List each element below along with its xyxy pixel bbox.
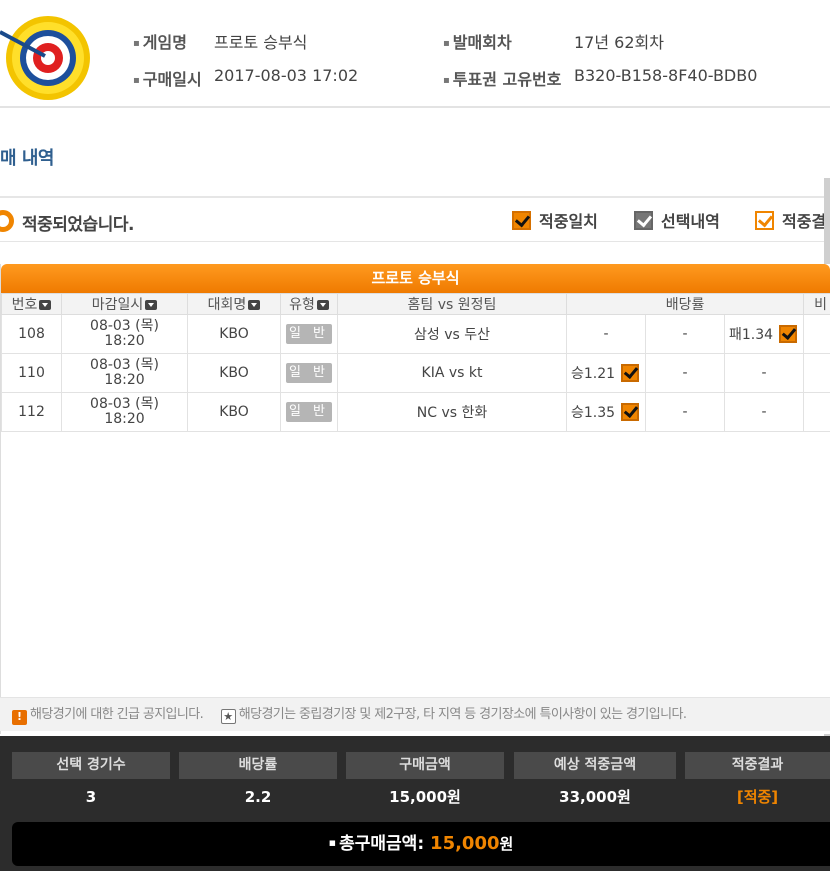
odds-lose: - (723, 392, 805, 432)
total-amount: 15,000 (430, 833, 500, 854)
game-no: 108 (1, 314, 62, 354)
warning-icon: ! (12, 710, 27, 725)
match: NC vs 한화 (337, 392, 567, 432)
extra-cell (803, 314, 830, 354)
bet-table: 프로토 승부식 번호 마감일시 대회명 유형 홈팀 vs 원정팀 배당률 비 1… (0, 264, 830, 734)
odds-lose: 패1.34 (723, 314, 805, 354)
col-header-no[interactable]: 번호 (1, 293, 62, 315)
legend-selection: 선택내역 (634, 208, 720, 232)
type-badge: 일 반 (286, 363, 332, 383)
legend-label: 적중결 (782, 212, 827, 231)
type-badge: 일 반 (286, 324, 332, 344)
notice-bar: ! 해당경기에 대한 긴급 공지입니다. ★ 해당경기는 중립경기장 및 제2구장,… (0, 697, 830, 731)
total-purchase-bar: ▪ 총구매금액: 15,000원 (12, 822, 830, 866)
legend-label: 적중일치 (539, 212, 598, 231)
purchase-summary: 선택 경기수 3 배당률 2.2 구매금액 15,000원 예상 적중금액 33… (0, 736, 830, 871)
legend-hit-match: 적중일치 (512, 208, 598, 232)
purchase-time-value: 2017-08-03 17:02 (214, 66, 359, 85)
summary-odds: 배당률 2.2 (179, 752, 337, 816)
odds-lose: - (723, 353, 805, 393)
type-cell: 일 반 (280, 353, 338, 393)
type-cell: 일 반 (280, 392, 338, 432)
summary-amount: 구매금액 15,000원 (346, 752, 504, 816)
summary-header: 배당률 (179, 752, 337, 779)
col-header-type[interactable]: 유형 (280, 293, 338, 315)
odds-draw: - (645, 392, 725, 432)
table-row: 108 08-03 (목) 18:20 KBO 일 반 삼성 vs 두산 - - … (1, 314, 830, 354)
deadline: 08-03 (목) 18:20 (61, 353, 188, 393)
game-name-value: 프로토 승부식 (214, 33, 308, 52)
summary-games: 선택 경기수 3 (12, 752, 170, 816)
summary-value: 33,000원 (559, 788, 631, 806)
col-header-league[interactable]: 대회명 (187, 293, 281, 315)
col-header-odds: 배당률 (565, 293, 805, 315)
special-notice-text: 해당경기는 중립경기장 및 제2구장, 타 지역 등 경기장소에 특이사항이 있… (238, 707, 687, 722)
table-row: 112 08-03 (목) 18:20 KBO 일 반 NC vs 한화 승1.3… (1, 392, 830, 432)
purchase-time-label: 구매일시 (133, 66, 202, 90)
match: 삼성 vs 두산 (337, 314, 567, 354)
selected-check-icon (779, 325, 798, 343)
ticket-id-value: B320-B158-8F40-BDB0 (574, 66, 758, 85)
legend-hit-result: 적중결 (755, 208, 826, 232)
sort-icon[interactable] (145, 300, 158, 310)
hit-circle-icon (0, 210, 14, 232)
game-no: 112 (1, 392, 62, 432)
odds-draw: - (645, 353, 725, 393)
odds-win: - (566, 314, 646, 354)
legend-label: 선택내역 (661, 212, 720, 231)
checkbox-orange-icon (512, 211, 531, 230)
type-badge: 일 반 (286, 402, 332, 422)
deadline: 08-03 (목) 18:20 (61, 392, 188, 432)
summary-header: 적중결과 (685, 752, 830, 779)
col-header-deadline[interactable]: 마감일시 (61, 293, 188, 315)
table-row: 110 08-03 (목) 18:20 KBO 일 반 KIA vs kt 승1.… (1, 353, 830, 393)
checkbox-gray-icon (634, 211, 653, 230)
sort-icon[interactable] (248, 300, 261, 310)
star-icon: ★ (220, 709, 236, 724)
col-header-extra: 비 (803, 293, 830, 315)
league: KBO (187, 392, 281, 432)
total-unit: 원 (499, 835, 514, 853)
round-value: 17년 62회차 (574, 33, 664, 52)
summary-value: 15,000원 (389, 788, 461, 806)
game-no: 110 (1, 353, 62, 393)
summary-header: 선택 경기수 (12, 752, 170, 779)
game-name-label: 게임명 (133, 29, 187, 53)
summary-value: 3 (85, 788, 97, 806)
total-label: 총구매금액: (339, 834, 425, 854)
summary-result-value: [적중] (736, 788, 779, 806)
ticket-id-label: 투표권 고유번호 (443, 66, 562, 90)
summary-header: 예상 적중금액 (514, 752, 676, 779)
extra-cell (803, 353, 830, 393)
deadline: 08-03 (목) 18:20 (61, 314, 188, 354)
result-message: 적중되었습니다. (22, 215, 134, 235)
odds-win: 승1.21 (566, 353, 646, 393)
league: KBO (187, 353, 281, 393)
sort-icon[interactable] (316, 300, 329, 310)
section-title: 매 내역 (0, 148, 54, 169)
odds-win: 승1.35 (566, 392, 646, 432)
selected-check-icon (621, 403, 640, 421)
selected-check-icon (621, 364, 640, 382)
type-cell: 일 반 (280, 314, 338, 354)
table-title: 프로토 승부식 (1, 264, 830, 293)
summary-result: 적중결과 [적중] (685, 752, 830, 816)
table-header-row: 번호 마감일시 대회명 유형 홈팀 vs 원정팀 배당률 비 (1, 293, 830, 315)
extra-cell (803, 392, 830, 432)
summary-header: 구매금액 (346, 752, 504, 779)
sort-icon[interactable] (39, 300, 52, 310)
round-label: 발매회차 (443, 29, 512, 53)
summary-value: 2.2 (244, 788, 272, 806)
result-status-row: 적중되었습니다. 적중일치 선택내역 적중결 (0, 198, 830, 242)
odds-draw: - (645, 314, 725, 354)
checkbox-outline-icon (755, 211, 774, 230)
league: KBO (187, 314, 281, 354)
summary-expected: 예상 적중금액 33,000원 (514, 752, 676, 816)
ticket-header: 게임명 프로토 승부식 구매일시 2017-08-03 17:02 발매회차 1… (0, 0, 830, 108)
match: KIA vs kt (337, 353, 567, 393)
col-header-match: 홈팀 vs 원정팀 (337, 293, 567, 315)
target-logo-icon (0, 16, 90, 100)
urgent-notice-text: 해당경기에 대한 긴급 공지입니다. (30, 707, 204, 722)
bet-grid: 번호 마감일시 대회명 유형 홈팀 vs 원정팀 배당률 비 108 08-03… (1, 293, 830, 432)
